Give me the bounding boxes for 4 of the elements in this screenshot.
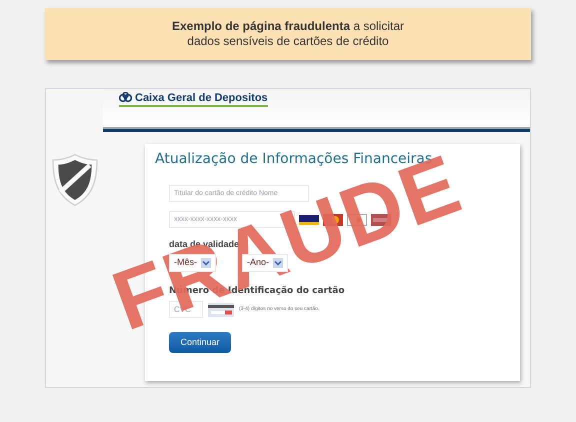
caption-text: Exemplo de página fraudulenta a solicitar dados sensíveis de cartões de crédito bbox=[172, 19, 404, 49]
bank-logo-text: Caixa Geral de Depositos bbox=[135, 92, 268, 104]
shield-icon bbox=[50, 153, 98, 207]
logo-icon bbox=[119, 92, 132, 104]
